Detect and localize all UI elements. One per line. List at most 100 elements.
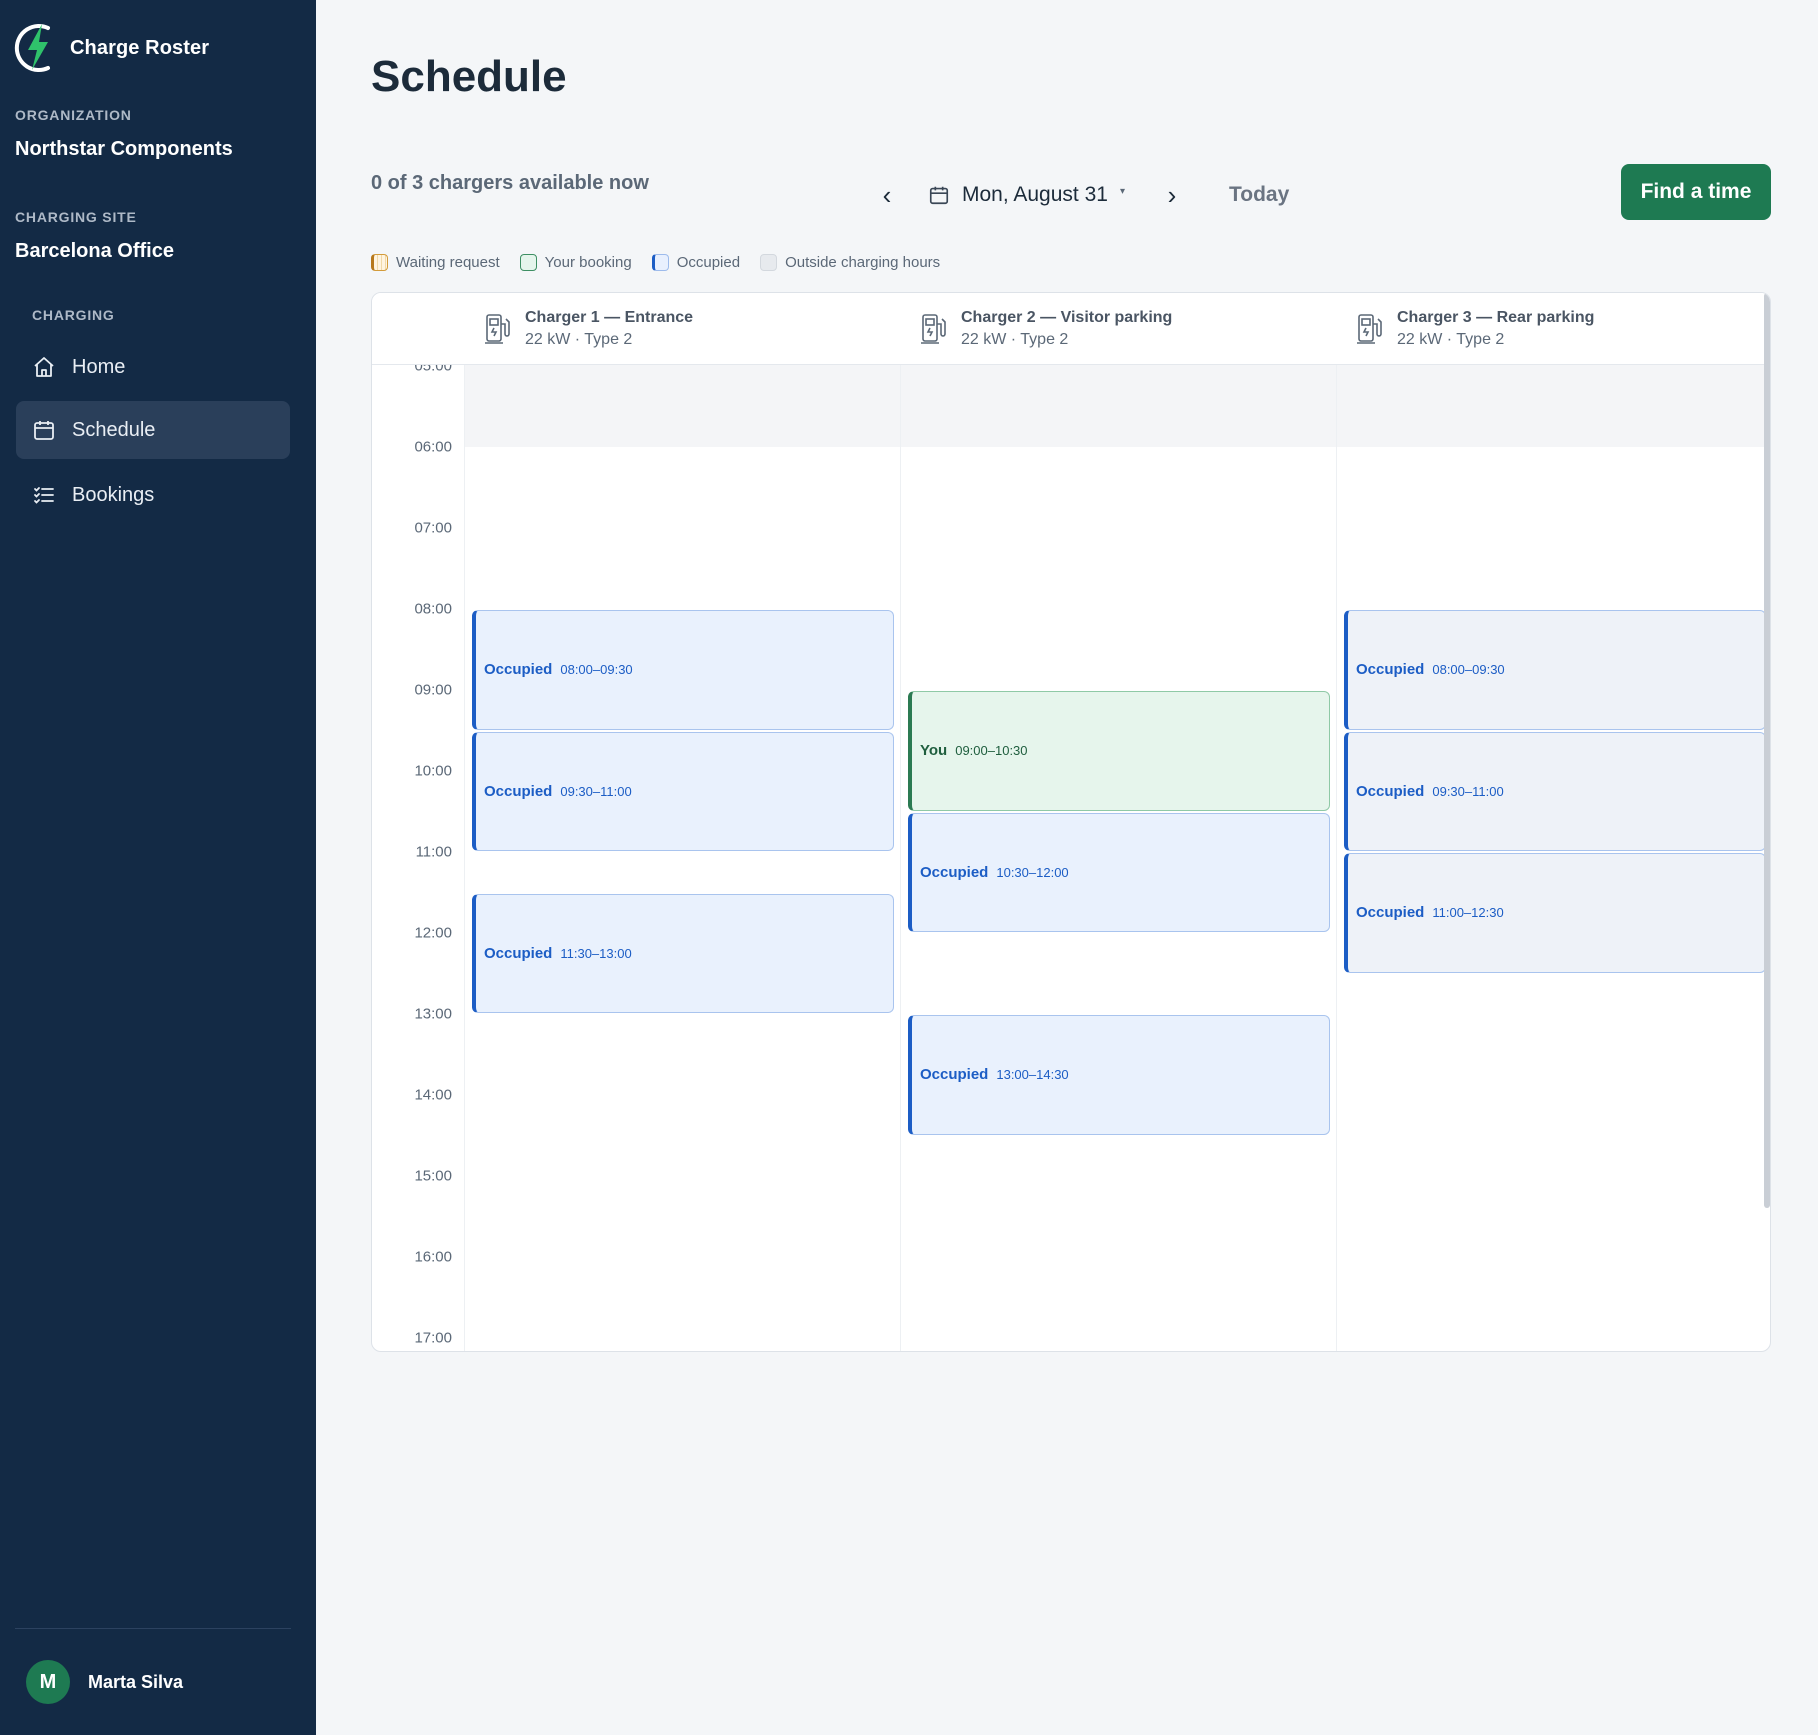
booking-label: Occupied xyxy=(484,782,553,800)
next-day-button[interactable]: › xyxy=(1155,178,1189,212)
occupied-booking-block[interactable]: Occupied 09:30–11:00 xyxy=(472,731,894,851)
time-label: 14:00 xyxy=(414,1086,452,1104)
booking-label: Occupied xyxy=(1356,904,1425,922)
booking-label: Occupied xyxy=(484,661,553,679)
calendar-header: Charger 1 — Entrance 22 kW · Type 2 Charg… xyxy=(372,293,1770,365)
legend-outside: Outside charging hours xyxy=(760,254,940,271)
charger-spec: 22 kW · Type 2 xyxy=(525,331,633,348)
site-name[interactable]: Barcelona Office xyxy=(15,240,174,263)
prev-day-button[interactable]: ‹ xyxy=(870,178,904,212)
occupied-booking-block[interactable]: Occupied 08:00–09:30 xyxy=(472,610,894,730)
charger-spec: 22 kW · Type 2 xyxy=(1397,331,1505,348)
sidebar: Charge Roster ORGANIZATION Northstar Com… xyxy=(0,0,316,1735)
booking-label: You xyxy=(920,742,948,760)
occupied-booking-block[interactable]: Occupied 10:30–12:00 xyxy=(908,812,1330,932)
find-a-time-button[interactable]: Find a time xyxy=(1621,164,1771,220)
charger-header-2: Charger 2 — Visitor parking 22 kW · Type … xyxy=(901,293,1336,365)
time-gutter: 05:00 06:00 07:00 08:00 09:00 10:00 11:00 12:00… xyxy=(372,358,464,1351)
sidebar-item-home[interactable]: Home xyxy=(16,338,290,396)
booking-time-range: 10:30–12:00 xyxy=(996,864,1069,880)
booking-time-range: 11:30–13:00 xyxy=(560,945,632,961)
your-booking-swatch-icon xyxy=(519,254,537,271)
charger-column-2[interactable]: You 09:00–10:30 Occupied 10:30–12:00 Occupie… xyxy=(900,365,1336,1351)
booking-time-range: 08:00–09:30 xyxy=(1432,662,1505,678)
charger-header-3: Charger 3 — Rear parking 22 kW · Type 2 xyxy=(1337,293,1770,365)
time-label: 10:00 xyxy=(414,762,452,780)
schedule-calendar: Charger 1 — Entrance 22 kW · Type 2 Charg… xyxy=(371,292,1771,1352)
time-label: 13:00 xyxy=(414,1005,452,1023)
brand[interactable]: Charge Roster xyxy=(14,20,209,76)
ev-charger-icon xyxy=(1357,314,1382,344)
booking-time-range: 09:00–10:30 xyxy=(955,743,1028,759)
charger-spec: 22 kW · Type 2 xyxy=(961,331,1069,348)
legend-yours: Your booking xyxy=(519,254,632,271)
time-label: 06:00 xyxy=(414,438,452,456)
time-label: 08:00 xyxy=(414,600,452,618)
booking-label: Occupied xyxy=(920,863,989,881)
booking-label: Occupied xyxy=(920,1066,989,1084)
time-label: 09:00 xyxy=(414,681,452,699)
your-booking-block[interactable]: You 09:00–10:30 xyxy=(908,691,1330,811)
legend: Waiting request Your booking Occupied Ou… xyxy=(371,254,960,271)
sidebar-item-label: Home xyxy=(72,355,126,378)
occupied-booking-block[interactable]: Occupied 11:30–13:00 xyxy=(472,893,894,1013)
charger-name: Charger 3 — Rear parking xyxy=(1397,309,1595,326)
outside-hours-swatch-icon xyxy=(760,254,778,271)
time-label: 15:00 xyxy=(414,1167,452,1185)
app-name: Charge Roster xyxy=(70,36,210,59)
outside-hours-block xyxy=(901,365,1336,447)
outside-hours-block xyxy=(1337,365,1770,447)
booking-time-range: 13:00–14:30 xyxy=(996,1067,1069,1083)
sidebar-item-schedule[interactable]: Schedule xyxy=(16,401,290,459)
charger-header-1: Charger 1 — Entrance 22 kW · Type 2 xyxy=(465,293,900,365)
home-icon xyxy=(34,357,54,377)
charger-column-1[interactable]: Occupied 08:00–09:30 Occupied 09:30–11:00 Oc… xyxy=(464,365,900,1351)
occupied-swatch-icon xyxy=(651,254,669,271)
booking-time-range: 09:30–11:00 xyxy=(1432,783,1504,799)
chevron-down-icon: ▾ xyxy=(1119,185,1125,197)
booking-label: Occupied xyxy=(1356,782,1425,800)
time-label: 12:00 xyxy=(414,924,452,942)
booking-time-range: 08:00–09:30 xyxy=(560,662,633,678)
nav-section-label: CHARGING xyxy=(32,307,115,323)
today-button[interactable]: Today xyxy=(1229,183,1289,207)
user-menu[interactable]: M Marta Silva xyxy=(26,1660,183,1704)
occupied-booking-block[interactable]: Occupied 13:00–14:30 xyxy=(908,1015,1330,1135)
selected-date: Mon, August 31 xyxy=(962,183,1108,206)
ev-charger-icon xyxy=(485,314,510,344)
time-label: 11:00 xyxy=(415,843,452,861)
sidebar-item-label: Bookings xyxy=(72,483,155,506)
user-name: Marta Silva xyxy=(88,1671,184,1692)
legend-occupied: Occupied xyxy=(651,254,740,271)
calendar-scrollbar[interactable] xyxy=(1764,293,1770,1208)
occupied-booking-block[interactable]: Occupied 08:00–09:30 xyxy=(1344,610,1766,730)
time-label: 17:00 xyxy=(414,1329,452,1347)
charger-name: Charger 2 — Visitor parking xyxy=(961,309,1173,326)
charge-logo-icon xyxy=(14,24,50,72)
time-label: 16:00 xyxy=(414,1248,452,1266)
date-picker[interactable]: Mon, August 31 ▾ xyxy=(928,183,1125,207)
occupied-booking-block[interactable]: Occupied 09:30–11:00 xyxy=(1344,731,1766,851)
calendar-icon xyxy=(34,421,54,440)
sidebar-item-bookings[interactable]: Bookings xyxy=(16,466,290,524)
site-label: CHARGING SITE xyxy=(15,209,137,225)
ev-charger-icon xyxy=(921,314,946,344)
time-label: 07:00 xyxy=(414,519,452,537)
waiting-swatch-icon xyxy=(371,254,388,271)
calendar-icon xyxy=(929,186,949,205)
list-icon xyxy=(34,487,54,504)
charger-column-3[interactable]: Occupied 08:00–09:30 Occupied 09:30–11:00 Oc… xyxy=(1336,365,1770,1351)
availability-status: 0 of 3 chargers available now xyxy=(371,172,649,194)
page-title: Schedule xyxy=(371,52,567,101)
occupied-booking-block[interactable]: Occupied 11:00–12:30 xyxy=(1344,853,1766,973)
booking-time-range: 09:30–11:00 xyxy=(560,783,632,799)
sidebar-divider xyxy=(15,1628,291,1629)
org-name[interactable]: Northstar Components xyxy=(15,138,233,161)
booking-label: Occupied xyxy=(1356,661,1425,679)
booking-label: Occupied xyxy=(484,944,553,962)
booking-time-range: 11:00–12:30 xyxy=(1432,905,1504,921)
avatar: M xyxy=(26,1660,70,1704)
legend-waiting: Waiting request xyxy=(371,254,500,271)
calendar-grid: 05:00 06:00 07:00 08:00 09:00 10:00 11:00 12:00… xyxy=(372,358,1770,1351)
sidebar-item-label: Schedule xyxy=(72,418,156,441)
